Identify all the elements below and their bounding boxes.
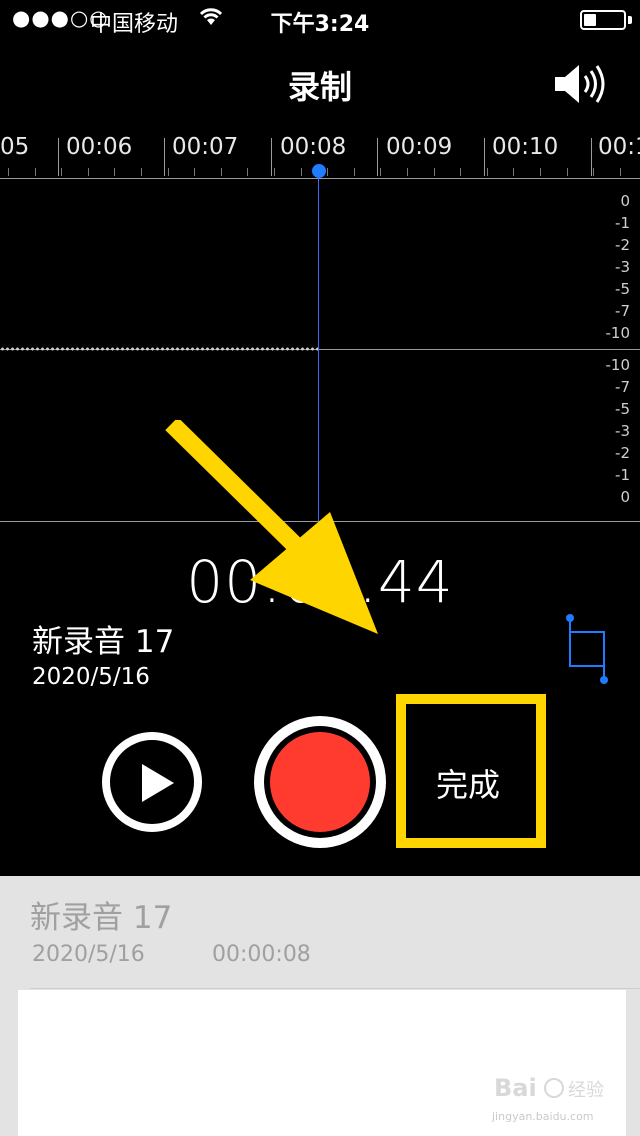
db-label: -2: [615, 236, 630, 254]
tick-minor: [35, 168, 36, 176]
tick-label: 00:07: [172, 134, 239, 160]
list-item-name[interactable]: 新录音 17: [30, 892, 172, 937]
db-label: -1: [615, 466, 630, 484]
waveform-signal: [0, 347, 318, 351]
db-label: -3: [615, 422, 630, 440]
tick-minor: [513, 168, 514, 176]
tick-major: [58, 138, 59, 176]
tick-minor: [301, 168, 302, 176]
tick-minor: [593, 168, 594, 176]
trim-icon[interactable]: [560, 614, 612, 686]
tick-minor: [407, 168, 408, 176]
tick-minor: [434, 168, 435, 176]
tick-label: 00:06: [66, 134, 133, 160]
svg-text:经验: 经验: [568, 1080, 604, 1101]
page-title: 录制: [287, 68, 352, 106]
tick-label: 05: [0, 134, 30, 160]
tick-minor: [61, 168, 62, 176]
record-icon: [270, 732, 370, 832]
status-time: 下午3:24: [270, 12, 370, 37]
db-label: -5: [615, 280, 630, 298]
list-item-duration: 00:00:08: [212, 942, 311, 967]
tick-minor: [380, 168, 381, 176]
list-divider: [30, 988, 640, 989]
done-button[interactable]: 完成: [436, 760, 500, 806]
watermark-text: jingyan.baidu.com: [492, 1110, 594, 1123]
db-label: 0: [620, 192, 630, 210]
tick-label: 00:08: [280, 134, 347, 160]
tick-major: [164, 138, 165, 176]
tick-minor: [247, 168, 248, 176]
tick-major: [377, 138, 378, 176]
play-button[interactable]: [102, 732, 202, 832]
status-bar: ●●●○○ 中国移动 下午3:24: [0, 0, 640, 40]
tick-major: [484, 138, 485, 176]
db-label: -10: [605, 324, 631, 342]
record-button[interactable]: [254, 716, 386, 848]
tick-minor: [540, 168, 541, 176]
tick-minor: [194, 168, 195, 176]
tick-major: [591, 138, 592, 176]
tick-minor: [88, 168, 89, 176]
tick-minor: [141, 168, 142, 176]
tick-minor: [460, 168, 461, 176]
speaker-icon[interactable]: [553, 60, 609, 108]
tick-minor: [327, 168, 328, 176]
tick-major: [271, 138, 272, 176]
tick-minor: [8, 168, 9, 176]
playhead-handle[interactable]: [312, 164, 326, 178]
recording-date: 2020/5/16: [32, 664, 150, 690]
tick-minor: [274, 168, 275, 176]
tick-minor: [354, 168, 355, 176]
recording-name[interactable]: 新录音 17: [32, 616, 174, 661]
annotation-arrow-icon: [160, 417, 400, 650]
battery-icon: [580, 10, 626, 30]
tick-minor: [620, 168, 621, 176]
battery-tip: [628, 16, 632, 24]
tick-label: 00:09: [386, 134, 453, 160]
tick-minor: [168, 168, 169, 176]
tick-minor: [567, 168, 568, 176]
tick-label: 00:1: [598, 134, 640, 160]
baidu-watermark: Bai 经验 jingyan.baidu.com: [492, 1068, 612, 1128]
db-label: -7: [615, 302, 630, 320]
db-label: -10: [605, 356, 631, 374]
tick-label: 00:10: [492, 134, 559, 160]
list-item-date: 2020/5/16: [32, 942, 145, 967]
db-label: -5: [615, 400, 630, 418]
db-label: -3: [615, 258, 630, 276]
svg-text:Bai: Bai: [494, 1074, 537, 1102]
tick-minor: [487, 168, 488, 176]
tick-minor: [221, 168, 222, 176]
play-icon: [142, 764, 174, 802]
db-label: -7: [615, 378, 630, 396]
db-label: -2: [615, 444, 630, 462]
db-label: 0: [620, 488, 630, 506]
tick-minor: [114, 168, 115, 176]
db-label: -1: [615, 214, 630, 232]
